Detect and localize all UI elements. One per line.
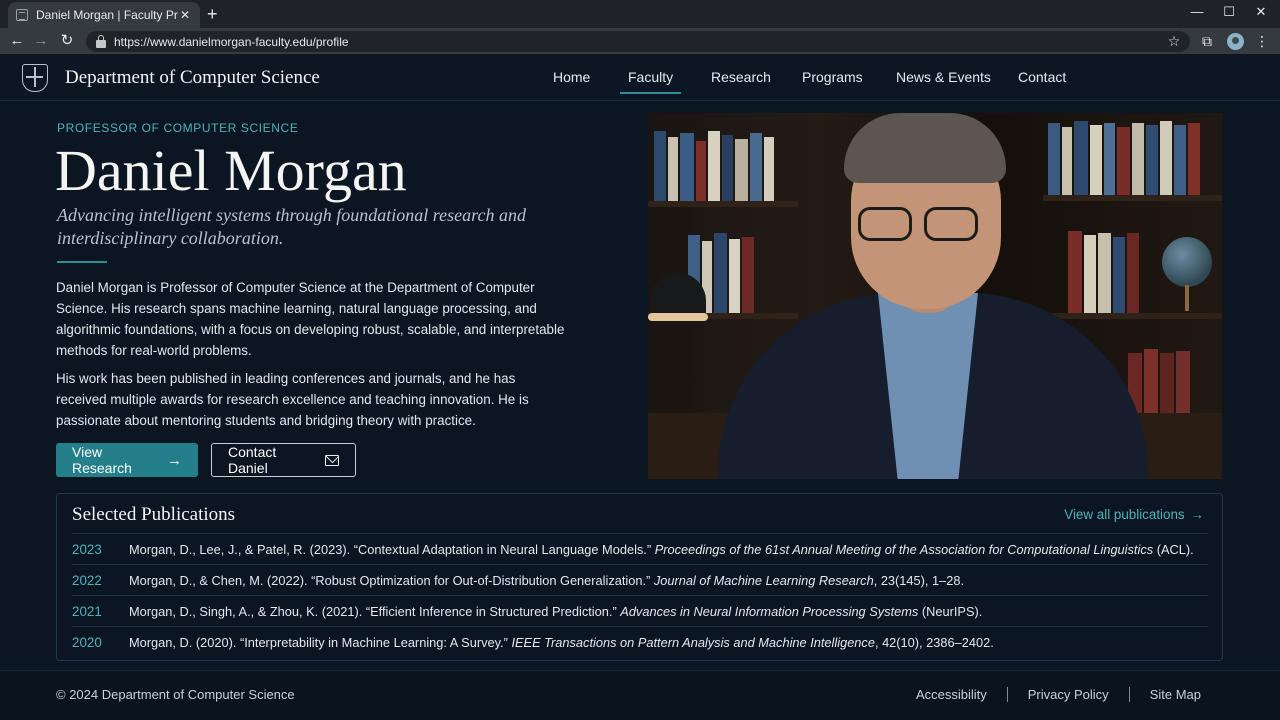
nav-contact[interactable]: Contact [1018, 69, 1066, 85]
profile-tagline: Advancing intelligent systems through fo… [57, 205, 526, 248]
forward-icon[interactable]: → [31, 31, 51, 51]
site-footer: © 2024 Department of Computer Science Ac… [0, 670, 1280, 720]
bio-paragraph-2: His work has been published in leading c… [56, 371, 529, 428]
address-bar[interactable]: https://www.danielmorgan-faculty.edu/pro… [86, 31, 1190, 52]
publication-year: 2020 [72, 634, 102, 650]
globe [1162, 237, 1212, 287]
profile-name: Daniel Morgan [55, 138, 407, 203]
publication-citation: Morgan, D., Lee, J., & Patel, R. (2023).… [129, 541, 1194, 557]
contact-daniel-label: Contact Daniel [228, 444, 277, 476]
favicon-icon [16, 9, 28, 21]
nav-programs[interactable]: Programs [802, 69, 863, 85]
profile-title-eyebrow: PROFESSOR OF COMPUTER SCIENCE [57, 121, 299, 135]
publication-citation: Morgan, D., & Chen, M. (2022). “Robust O… [129, 572, 965, 588]
contact-daniel-button[interactable]: Contact Daniel [211, 443, 356, 477]
footer-link-site-map[interactable]: Site Map [1128, 687, 1201, 702]
back-icon[interactable]: ← [7, 31, 27, 51]
publication-row[interactable]: 2023 Morgan, D., Lee, J., & Patel, R. (2… [72, 533, 1208, 564]
publication-row[interactable]: 2020 Morgan, D. (2020). “Interpretabilit… [72, 626, 1208, 657]
view-research-label: View Research [72, 444, 132, 476]
profile-avatar[interactable] [1227, 33, 1244, 50]
publication-row[interactable]: 2022 Morgan, D., & Chen, M. (2022). “Rob… [72, 564, 1208, 595]
publication-citation: Morgan, D. (2020). “Interpretability in … [129, 634, 994, 650]
accent-divider [57, 261, 107, 263]
view-all-publications-link[interactable]: View all publications → [1064, 507, 1204, 522]
url-text: https://www.danielmorgan-faculty.edu/pro… [114, 34, 349, 49]
extensions-icon[interactable]: ⧉ [1198, 33, 1216, 49]
profile-photo [648, 113, 1222, 479]
reload-icon[interactable]: ↻ [57, 31, 77, 51]
nav-home[interactable]: Home [553, 69, 590, 85]
university-crest-icon[interactable] [22, 64, 48, 92]
copyright-text: © 2024 Department of Computer Science [56, 687, 295, 702]
publication-row[interactable]: 2021 Morgan, D., Singh, A., & Zhou, K. (… [72, 595, 1208, 626]
nav-news-events[interactable]: News & Events [896, 69, 991, 85]
footer-links: Accessibility Privacy Policy Site Map [896, 687, 1201, 702]
browser-tab[interactable]: Daniel Morgan | Faculty Profile ✕ [8, 2, 200, 28]
close-tab-icon[interactable]: ✕ [178, 8, 192, 22]
view-research-button[interactable]: View Research → [56, 443, 198, 477]
bio-paragraph-1: Daniel Morgan is Professor of Computer S… [56, 280, 565, 358]
publication-year: 2021 [72, 603, 102, 619]
site-header: Department of Computer Science Home Facu… [0, 54, 1280, 101]
mail-icon [324, 454, 339, 466]
menu-icon[interactable]: ⋮ [1253, 33, 1271, 49]
maximize-icon[interactable]: ☐ [1214, 4, 1244, 20]
nav-faculty[interactable]: Faculty [619, 69, 682, 94]
department-name[interactable]: Department of Computer Science [65, 67, 320, 89]
footer-link-accessibility[interactable]: Accessibility [896, 687, 1007, 702]
selected-publications-panel: Selected Publications View all publicati… [56, 493, 1223, 661]
tab-title: Daniel Morgan | Faculty Profile [36, 8, 178, 22]
new-tab-icon[interactable]: + [207, 4, 218, 24]
close-window-icon[interactable]: ✕ [1246, 4, 1276, 20]
publication-year: 2022 [72, 572, 102, 588]
bookmark-star-icon[interactable]: ☆ [1165, 33, 1183, 49]
view-all-label: View all publications [1064, 507, 1185, 522]
arrow-right-icon: → [167, 451, 182, 469]
footer-link-privacy-policy[interactable]: Privacy Policy [1006, 687, 1129, 702]
publication-year: 2023 [72, 541, 102, 557]
browser-toolbar: ← → ↻ https://www.danielmorgan-faculty.e… [0, 28, 1280, 54]
publications-heading: Selected Publications [72, 504, 236, 525]
browser-tab-bar: Daniel Morgan | Faculty Profile ✕ + — ☐ … [0, 0, 1280, 28]
arrow-right-icon: → [1190, 507, 1204, 522]
minimize-icon[interactable]: — [1182, 4, 1212, 19]
publication-citation: Morgan, D., Singh, A., & Zhou, K. (2021)… [129, 603, 983, 619]
lock-icon [96, 34, 106, 48]
nav-research[interactable]: Research [711, 69, 771, 85]
